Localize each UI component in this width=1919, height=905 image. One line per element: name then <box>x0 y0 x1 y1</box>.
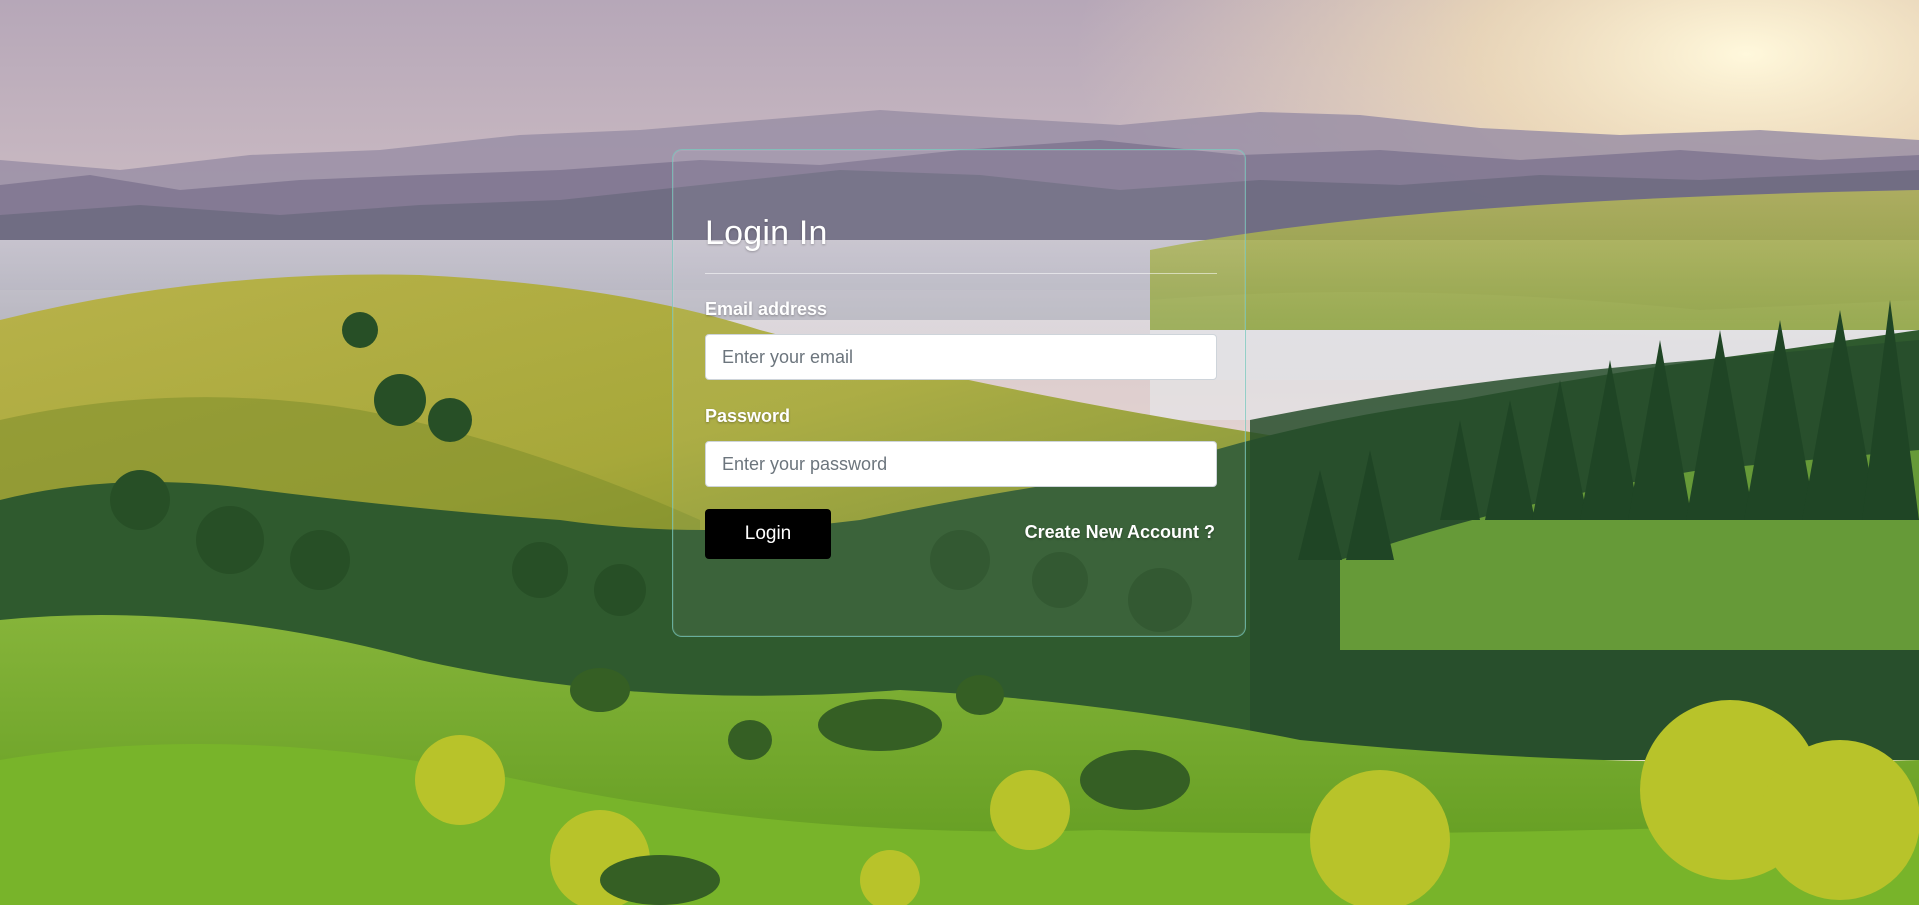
email-label: Email address <box>705 299 828 319</box>
email-input[interactable] <box>705 334 1217 380</box>
login-button[interactable]: Login <box>705 509 831 559</box>
title-divider <box>705 273 1217 274</box>
password-input[interactable] <box>705 441 1217 487</box>
password-label: Password <box>705 406 791 426</box>
create-account-link[interactable]: Create New Account ? <box>1025 522 1215 543</box>
login-title: Login In <box>705 214 828 252</box>
login-card: Login In Email address Password Login Cr… <box>672 149 1246 637</box>
